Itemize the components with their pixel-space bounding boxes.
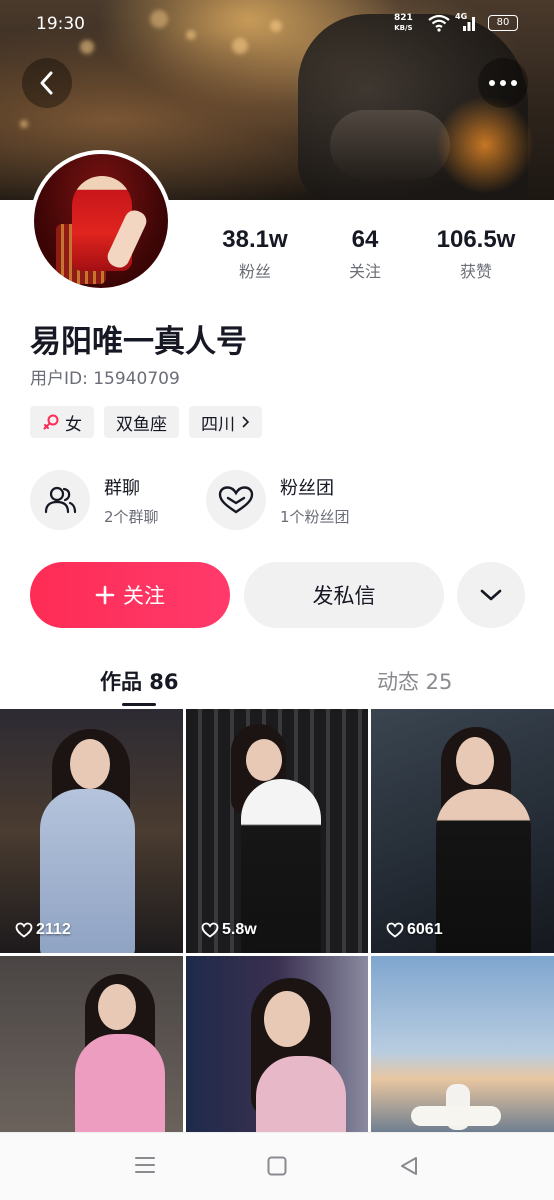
stat-label: 粉丝 — [238, 262, 271, 281]
likes-count: 6061 — [407, 921, 443, 938]
heart-outline-icon — [15, 922, 33, 938]
stat-label: 获赞 — [459, 262, 492, 281]
follow-label: 关注 — [123, 584, 165, 608]
stat-likes[interactable]: 106.5w 获赞 — [416, 226, 536, 282]
network-speed-value: 821 — [394, 13, 413, 23]
battery-icon: 80 — [488, 15, 518, 31]
heart-outline-icon — [386, 922, 404, 938]
video-likes: 5.8w — [201, 921, 257, 939]
stat-value: 106.5w — [436, 226, 516, 253]
group-chat-title: 群聊 — [104, 477, 140, 499]
network-speed-unit: KB/S — [394, 24, 413, 32]
video-thumbnail[interactable]: 6061 — [371, 709, 554, 953]
content-tabs: 作品 86 动态 25 — [0, 660, 554, 708]
profile-tags: 女 双鱼座 四川 — [30, 406, 262, 438]
fan-club-subtitle: 1个粉丝团 — [280, 507, 350, 526]
stat-followers[interactable]: 38.1w 粉丝 — [195, 226, 315, 282]
cell-signal-icon: 4G — [455, 12, 479, 32]
chevron-left-icon — [40, 71, 53, 95]
tag-gender-label: 女 — [65, 414, 82, 435]
menu-icon[interactable] — [134, 1155, 156, 1175]
likes-count: 5.8w — [222, 921, 257, 938]
video-likes: 6061 — [386, 921, 443, 939]
more-dots-icon — [489, 80, 517, 86]
profile-name: 易阳唯一真人号 — [30, 324, 247, 360]
group-chat-entry[interactable]: 群聊 2个群聊 — [30, 470, 159, 530]
tag-zodiac-label: 双鱼座 — [116, 414, 167, 435]
video-thumbnail[interactable]: 2112 — [0, 709, 183, 953]
profile-actions: 关注 发私信 — [0, 562, 554, 628]
video-likes: 2112 — [15, 921, 71, 939]
wifi-icon — [428, 14, 450, 32]
tab-posts[interactable]: 动态 25 — [377, 666, 452, 696]
stat-value: 38.1w — [222, 226, 288, 253]
tag-zodiac: 双鱼座 — [104, 406, 179, 438]
group-icon — [44, 486, 77, 514]
stat-following[interactable]: 64 关注 — [305, 226, 425, 282]
group-links: 群聊 2个群聊 粉丝团 1个粉丝团 — [30, 470, 550, 530]
fan-club-entry[interactable]: 粉丝团 1个粉丝团 — [206, 470, 350, 530]
video-thumbnail[interactable] — [0, 956, 183, 1132]
more-options-button[interactable] — [478, 58, 528, 108]
video-thumbnail[interactable] — [186, 956, 368, 1132]
network-speed: 821 KB/S — [394, 13, 413, 33]
video-grid: 2112 5.8w 6061 — [0, 709, 554, 1132]
follow-button[interactable]: 关注 — [30, 562, 230, 628]
stat-label: 关注 — [348, 262, 381, 281]
plus-icon — [95, 585, 115, 605]
tab-works[interactable]: 作品 86 — [100, 666, 179, 696]
message-label: 发私信 — [312, 584, 376, 608]
video-thumbnail[interactable]: 5.8w — [186, 709, 368, 953]
heart-outline-icon — [201, 922, 219, 938]
expand-button[interactable] — [457, 562, 525, 628]
tag-location[interactable]: 四川 — [189, 406, 262, 438]
chevron-right-icon — [242, 416, 250, 428]
tag-location-label: 四川 — [201, 414, 235, 435]
fan-club-title: 粉丝团 — [280, 477, 334, 499]
chevron-down-icon — [480, 589, 502, 601]
home-icon[interactable] — [266, 1155, 288, 1177]
tag-gender: 女 — [30, 406, 94, 438]
status-time: 19:30 — [36, 14, 85, 34]
female-icon — [43, 414, 59, 430]
video-thumbnail[interactable] — [371, 956, 554, 1132]
status-bar: 19:30 821 KB/S 4G 80 — [0, 0, 554, 48]
back-nav-icon[interactable] — [398, 1155, 420, 1177]
stat-value: 64 — [351, 226, 379, 253]
avatar[interactable] — [30, 150, 172, 292]
back-button[interactable] — [22, 58, 72, 108]
group-chat-subtitle: 2个群聊 — [104, 507, 159, 526]
likes-count: 2112 — [36, 921, 71, 938]
system-nav-bar — [0, 1132, 554, 1200]
tab-indicator — [122, 703, 156, 706]
message-button[interactable]: 发私信 — [244, 562, 444, 628]
heart-icon — [218, 486, 254, 514]
user-id[interactable]: 用户ID: 15940709 — [30, 364, 180, 389]
